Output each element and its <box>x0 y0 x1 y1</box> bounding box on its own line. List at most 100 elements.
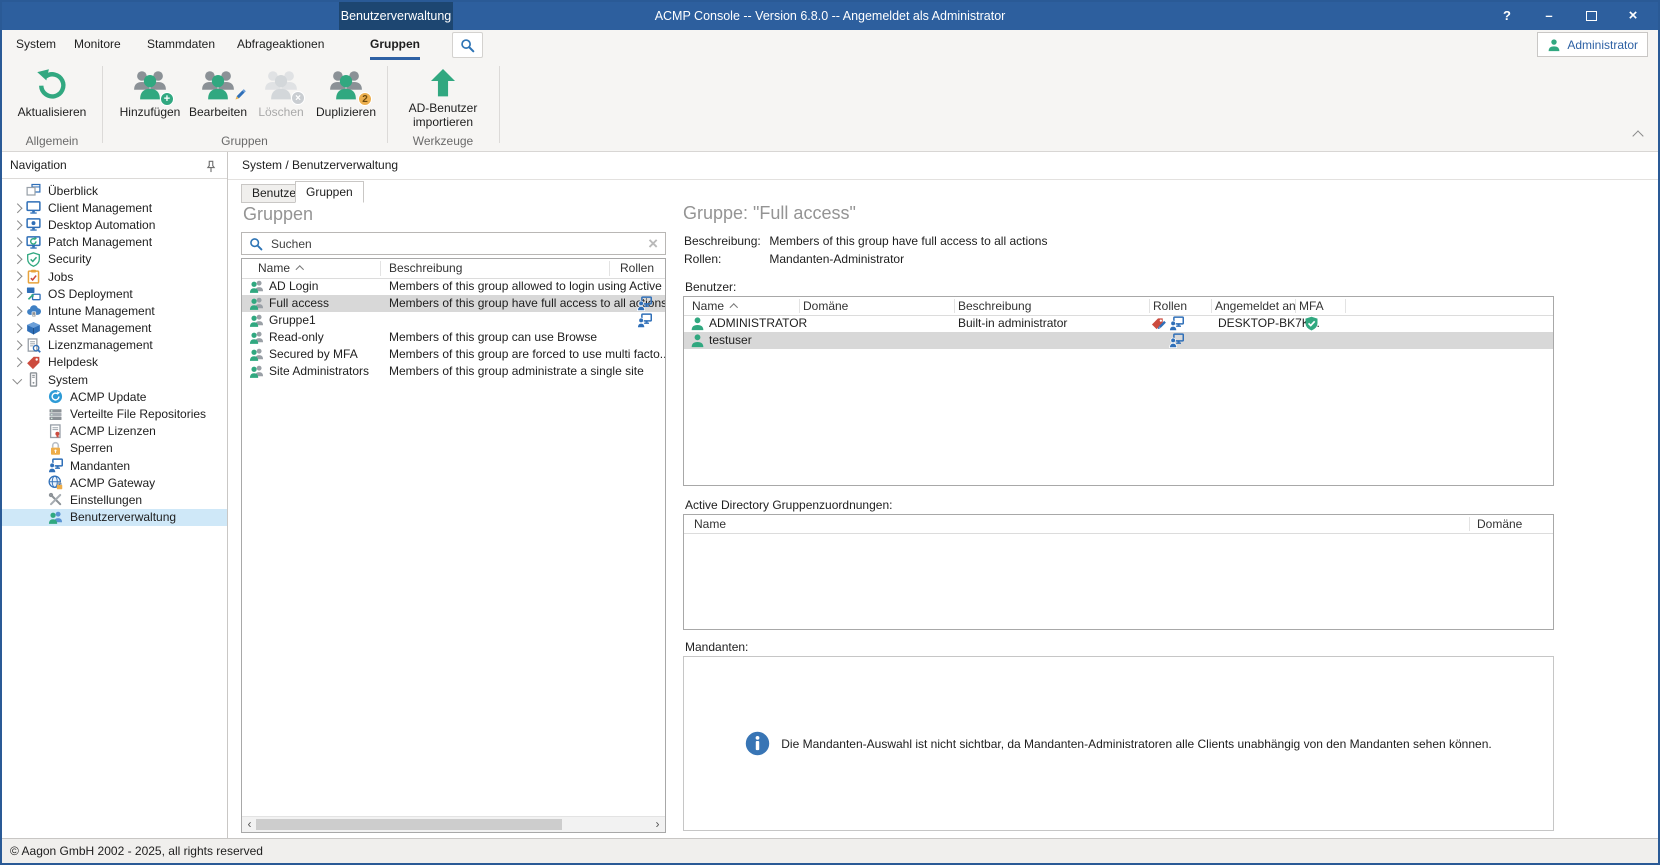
nav-item-patch-management[interactable]: Patch Management <box>2 234 227 251</box>
minimize-button[interactable]: – <box>1528 2 1570 30</box>
column-header-domaene[interactable]: Domäne <box>1477 515 1522 533</box>
groups-table-header: Name Beschreibung Rollen <box>242 259 665 279</box>
description-value: Members of this group have full access t… <box>769 234 1047 248</box>
column-header-domaene[interactable]: Domäne <box>803 297 848 315</box>
column-header-rollen[interactable]: Rollen <box>1153 297 1187 315</box>
user-row-testuser[interactable]: testuser <box>684 332 1553 349</box>
status-bar: © Aagon GmbH 2002 - 2025, all rights res… <box>2 838 1658 863</box>
tab-gruppen[interactable]: Gruppen <box>295 181 364 203</box>
import-ad-users-button[interactable]: AD-Benutzer importieren <box>398 64 488 129</box>
groups-panel: Gruppen × Name Beschreibung Rollen AD Lo… <box>241 201 666 833</box>
window-tab-benutzerverwaltung[interactable]: Benutzerverwaltung <box>339 2 453 30</box>
column-header-rollen[interactable]: Rollen <box>620 259 654 278</box>
group-row-gruppe1[interactable]: Gruppe1 <box>242 312 665 329</box>
column-header-name[interactable]: Name <box>258 259 302 278</box>
nav-item-security[interactable]: Security <box>2 251 227 268</box>
mandanten-administrator-role-icon <box>1169 316 1184 331</box>
duplicate-group-button[interactable]: 2 Duplizieren <box>312 64 380 120</box>
nav-item-os-deployment[interactable]: OS Deployment <box>2 285 227 302</box>
window-title: ACMP Console -- Version 6.8.0 -- Angemel… <box>2 2 1658 30</box>
breadcrumb: System / Benutzerverwaltung <box>228 152 1658 180</box>
nav-item-ueberblick[interactable]: Überblick <box>2 182 227 199</box>
sort-asc-icon <box>730 303 738 311</box>
menu-item-gruppen-active[interactable]: Gruppen <box>370 30 420 60</box>
column-header-name[interactable]: Name <box>694 515 726 533</box>
group-row-ad-login[interactable]: AD Login Members of this group allowed t… <box>242 278 665 295</box>
menu-item-monitore[interactable]: Monitore <box>74 30 121 57</box>
nav-item-asset-management[interactable]: Asset Management <box>2 320 227 337</box>
lock-icon <box>48 441 63 456</box>
nav-item-mandanten[interactable]: Mandanten <box>2 457 227 474</box>
group-row-site-administrators[interactable]: Site Administrators Members of this grou… <box>242 363 665 380</box>
maximize-icon <box>1586 11 1597 21</box>
group-icon <box>249 347 264 362</box>
ribbon-divider <box>499 66 500 143</box>
nav-item-verteilte-file-repositories[interactable]: Verteilte File Repositories <box>2 405 227 422</box>
menu-search-button[interactable] <box>452 32 483 58</box>
column-header-name[interactable]: Name <box>692 297 736 315</box>
menu-item-stammdaten[interactable]: Stammdaten <box>147 30 215 57</box>
nav-item-acmp-lizenzen[interactable]: ACMP Lizenzen <box>2 423 227 440</box>
column-header-beschreibung[interactable]: Beschreibung <box>958 297 1031 315</box>
scroll-left-arrow[interactable]: ‹ <box>242 817 257 832</box>
plus-badge-icon: + <box>160 92 174 106</box>
doc-seal-icon <box>48 424 63 439</box>
nav-item-benutzerverwaltung[interactable]: Benutzerverwaltung <box>2 509 227 526</box>
horizontal-scrollbar[interactable]: ‹ › <box>242 816 665 832</box>
refresh-icon <box>12 64 92 106</box>
menu-item-system[interactable]: System <box>16 30 56 57</box>
os-deploy-icon <box>26 286 41 301</box>
nav-item-helpdesk[interactable]: Helpdesk <box>2 354 227 371</box>
nav-item-einstellungen[interactable]: Einstellungen <box>2 491 227 508</box>
group-row-secured-by-mfa[interactable]: Secured by MFA Members of this group are… <box>242 346 665 363</box>
column-header-angemeldet-an[interactable]: Angemeldet an <box>1215 297 1296 315</box>
ribbon-group-label-werkzeuge: Werkzeuge <box>387 134 499 148</box>
group-row-full-access[interactable]: Full access Members of this group have f… <box>242 295 665 312</box>
group-icon <box>249 279 264 294</box>
close-button[interactable]: × <box>1612 2 1654 30</box>
column-header-mfa[interactable]: MFA <box>1299 297 1324 315</box>
pc-tower-icon <box>26 372 41 387</box>
tab-strip: Benutzer Gruppen <box>228 180 1658 202</box>
nav-item-desktop-automation[interactable]: Desktop Automation <box>2 216 227 233</box>
group-icon <box>249 330 264 345</box>
add-group-button[interactable]: + Hinzufügen <box>118 64 182 120</box>
menu-item-abfrageaktionen[interactable]: Abfrageaktionen <box>237 30 324 57</box>
logged-in-user-button[interactable]: Administrator <box>1537 32 1648 57</box>
search-icon <box>249 237 263 251</box>
group-detail-title: Gruppe: "Full access" <box>683 203 856 224</box>
nav-item-acmp-gateway[interactable]: ACMP Gateway <box>2 474 227 491</box>
mandanten-box: Die Mandanten-Auswahl ist nicht sichtbar… <box>683 656 1554 831</box>
scroll-right-arrow[interactable]: › <box>650 817 665 832</box>
acmp-console-window: ACMP Console -- Version 6.8.0 -- Angemel… <box>0 0 1660 865</box>
pin-icon[interactable] <box>204 157 218 183</box>
group-row-read-only[interactable]: Read-only Members of this group can use … <box>242 329 665 346</box>
clear-search-icon[interactable]: × <box>648 235 658 252</box>
window-controls: ? – × <box>1486 2 1654 30</box>
license-icon <box>26 338 41 353</box>
group-delete-icon: × <box>252 64 310 106</box>
help-button[interactable]: ? <box>1486 2 1528 30</box>
nav-item-jobs[interactable]: Jobs <box>2 268 227 285</box>
collapse-ribbon-button[interactable] <box>1634 129 1642 143</box>
user-icon <box>690 333 705 348</box>
nav-item-sperren[interactable]: Sperren <box>2 440 227 457</box>
groups-search-input[interactable] <box>269 236 642 252</box>
scrollbar-thumb[interactable] <box>256 819 562 830</box>
nav-item-intune-management[interactable]: Intune Management <box>2 302 227 319</box>
user-row-administrator[interactable]: ADMINISTRATOR Built-in administrator DES… <box>684 315 1553 332</box>
column-header-beschreibung[interactable]: Beschreibung <box>389 259 462 278</box>
overview-icon <box>26 183 41 198</box>
copyright-text: © Aagon GmbH 2002 - 2025, all rights res… <box>10 844 263 858</box>
nav-item-acmp-update[interactable]: ACMP Update <box>2 388 227 405</box>
group-description-row: Beschreibung: Members of this group have… <box>684 234 1047 248</box>
ribbon-group-label-gruppen: Gruppen <box>102 134 387 148</box>
nav-item-client-management[interactable]: Client Management <box>2 199 227 216</box>
refresh-button[interactable]: Aktualisieren <box>12 64 92 120</box>
maximize-button[interactable] <box>1570 2 1612 30</box>
mandanten-info-message: Die Mandanten-Auswahl ist nicht sichtbar… <box>781 737 1491 751</box>
pencil-badge-icon <box>232 84 248 106</box>
nav-item-lizenzmanagement[interactable]: Lizenzmanagement <box>2 337 227 354</box>
edit-group-button[interactable]: Bearbeiten <box>186 64 250 120</box>
nav-item-system[interactable]: System <box>2 371 227 388</box>
